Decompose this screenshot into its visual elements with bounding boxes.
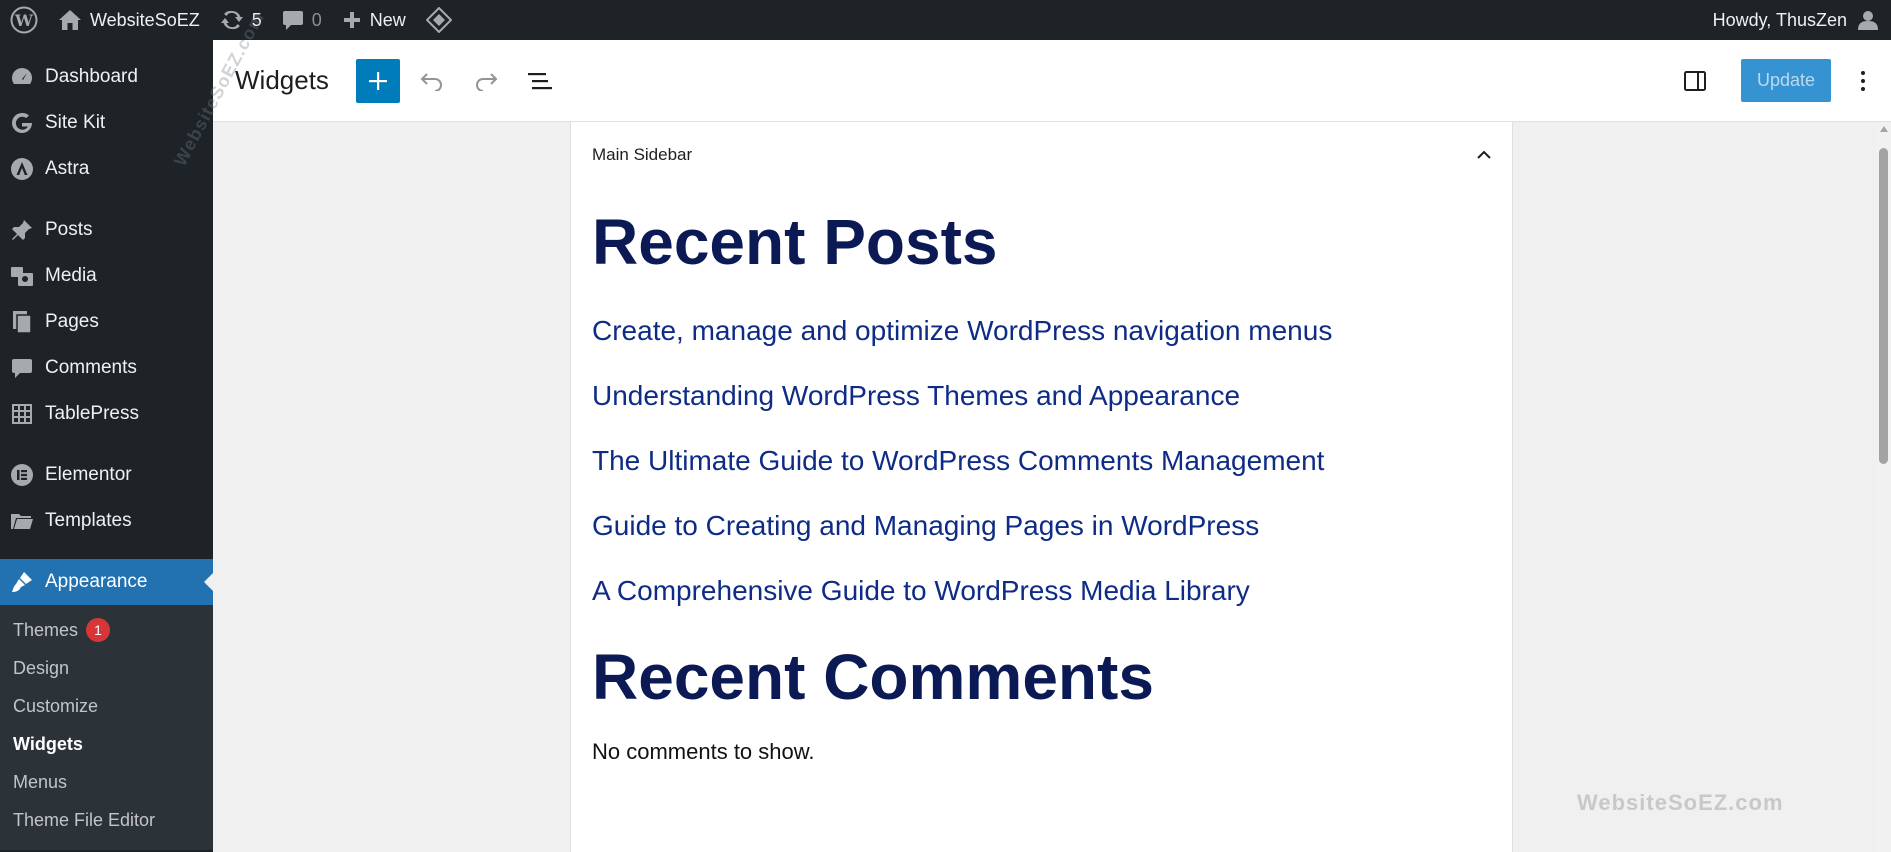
plus-icon: [343, 12, 360, 28]
recent-post-link[interactable]: Create, manage and optimize WordPress na…: [592, 298, 1512, 363]
redo-button[interactable]: [464, 59, 508, 103]
site-name: WebsiteSoEZ: [90, 9, 200, 30]
appearance-submenu: Themes 1 Design Customize Widgets Menus …: [0, 605, 213, 850]
new-content-link[interactable]: New: [332, 0, 416, 40]
sidebar-item-label: Comments: [45, 357, 137, 378]
user-avatar-icon: [1858, 11, 1878, 30]
no-comments-text: No comments to show.: [592, 739, 815, 764]
dashboard-icon: [9, 64, 35, 90]
add-block-button[interactable]: [355, 58, 400, 103]
sidebar-item-appearance[interactable]: Appearance: [0, 559, 213, 605]
canvas-scrollbar[interactable]: [1876, 122, 1891, 852]
media-icon: [9, 263, 35, 289]
plus-icon: [368, 71, 387, 90]
submenu-item-label: Design: [13, 657, 70, 678]
sidebar-item-comments[interactable]: Comments: [0, 345, 213, 391]
undo-button[interactable]: [410, 59, 454, 103]
wordpress-logo-button[interactable]: W: [0, 0, 48, 40]
recent-comments-heading[interactable]: Recent Comments: [592, 645, 1512, 709]
list-view-button[interactable]: [518, 59, 562, 103]
chevron-up-icon[interactable]: [1476, 150, 1492, 160]
sidebar-item-label: Media: [45, 265, 97, 286]
svg-text:W: W: [14, 11, 34, 30]
howdy-text: Howdy, ThusZen: [1712, 9, 1847, 30]
sidebar-panel-icon: [1684, 70, 1706, 91]
submenu-item-menus[interactable]: Menus: [0, 763, 213, 801]
submenu-item-label: Widgets: [13, 733, 83, 754]
sidebar-item-media[interactable]: Media: [0, 253, 213, 299]
brush-icon: [9, 569, 35, 595]
sidebar-item-label: Templates: [45, 510, 132, 531]
recent-post-link[interactable]: Understanding WordPress Themes and Appea…: [592, 363, 1512, 428]
home-icon: [59, 10, 81, 30]
sidebar-item-label: Astra: [45, 158, 90, 179]
wordpress-logo-icon: W: [10, 6, 38, 34]
submenu-item-label: Theme File Editor: [13, 809, 156, 830]
submenu-item-customize[interactable]: Customize: [0, 687, 213, 725]
pages-icon: [9, 309, 35, 335]
google-g-icon: [9, 110, 35, 136]
submenu-item-design[interactable]: Design: [0, 649, 213, 687]
sidebar-item-label: Dashboard: [45, 66, 138, 87]
recent-post-link[interactable]: The Ultimate Guide to WordPress Comments…: [592, 428, 1512, 493]
sidebar-item-label: Elementor: [45, 464, 132, 485]
recent-posts-heading[interactable]: Recent Posts: [592, 210, 1512, 274]
settings-sidebar-toggle[interactable]: [1673, 59, 1717, 103]
kebab-icon: [1861, 70, 1865, 91]
submenu-item-theme-file-editor[interactable]: Theme File Editor: [0, 801, 213, 839]
submenu-item-label: Menus: [13, 771, 68, 792]
user-account-link[interactable]: Howdy, ThusZen: [1703, 0, 1891, 40]
sidebar-item-dashboard[interactable]: Dashboard: [0, 54, 213, 100]
pin-icon: [9, 217, 35, 243]
astra-icon: [9, 156, 35, 182]
recent-post-link[interactable]: A Comprehensive Guide to WordPress Media…: [592, 558, 1512, 623]
diamond-plugin-link[interactable]: [416, 0, 462, 40]
list-view-icon: [527, 72, 552, 89]
widget-area-title: Main Sidebar: [592, 145, 693, 164]
submenu-item-themes[interactable]: Themes 1: [0, 611, 213, 649]
editor-header: Widgets Update: [213, 40, 1891, 122]
comments-count: 0: [311, 9, 322, 30]
scroll-up-arrow-icon[interactable]: [1876, 122, 1891, 136]
sidebar-item-label: Site Kit: [45, 112, 106, 133]
sidebar-item-elementor[interactable]: Elementor: [0, 452, 213, 498]
sidebar-item-tablepress[interactable]: TablePress: [0, 391, 213, 437]
submenu-item-label: Customize: [13, 695, 99, 716]
themes-update-badge: 1: [86, 618, 111, 642]
submenu-item-widgets[interactable]: Widgets: [0, 725, 213, 763]
recent-post-link[interactable]: Guide to Creating and Managing Pages in …: [592, 493, 1512, 558]
sidebar-item-label: Pages: [45, 311, 99, 332]
update-button[interactable]: Update: [1741, 59, 1831, 102]
sidebar-item-posts[interactable]: Posts: [0, 207, 213, 253]
new-label: New: [369, 9, 406, 30]
comments-link[interactable]: 0: [272, 0, 332, 40]
diamond-icon: [425, 7, 452, 33]
undo-icon: [420, 72, 442, 91]
widgets-canvas: Main Sidebar Recent Posts Create, manage…: [213, 122, 1876, 852]
watermark-corner: WebsiteSoEZ.com: [1577, 790, 1784, 815]
site-name-link[interactable]: WebsiteSoEZ: [48, 0, 210, 40]
options-menu-button[interactable]: [1841, 59, 1885, 103]
submenu-item-label: Themes: [13, 619, 79, 640]
comment-icon: [9, 355, 35, 381]
admin-bar: W WebsiteSoEZ 5 0 New Howdy, ThusZen: [0, 0, 1891, 40]
sidebar-item-pages[interactable]: Pages: [0, 299, 213, 345]
sidebar-item-label: Posts: [45, 219, 93, 240]
sidebar-item-label: Appearance: [45, 571, 148, 592]
widget-area-header[interactable]: Main Sidebar: [571, 122, 1512, 188]
scrollbar-thumb[interactable]: [1879, 148, 1888, 464]
widget-area-main-sidebar: Main Sidebar Recent Posts Create, manage…: [570, 122, 1513, 852]
comment-bubble-icon: [282, 11, 303, 30]
redo-icon: [475, 72, 498, 91]
elementor-icon: [9, 462, 35, 488]
folder-icon: [9, 508, 35, 534]
sidebar-item-templates[interactable]: Templates: [0, 498, 213, 544]
page-title: Widgets: [235, 65, 329, 95]
table-icon: [9, 401, 35, 427]
recent-posts-list: Create, manage and optimize WordPress na…: [592, 298, 1512, 623]
sidebar-item-label: TablePress: [45, 403, 139, 424]
